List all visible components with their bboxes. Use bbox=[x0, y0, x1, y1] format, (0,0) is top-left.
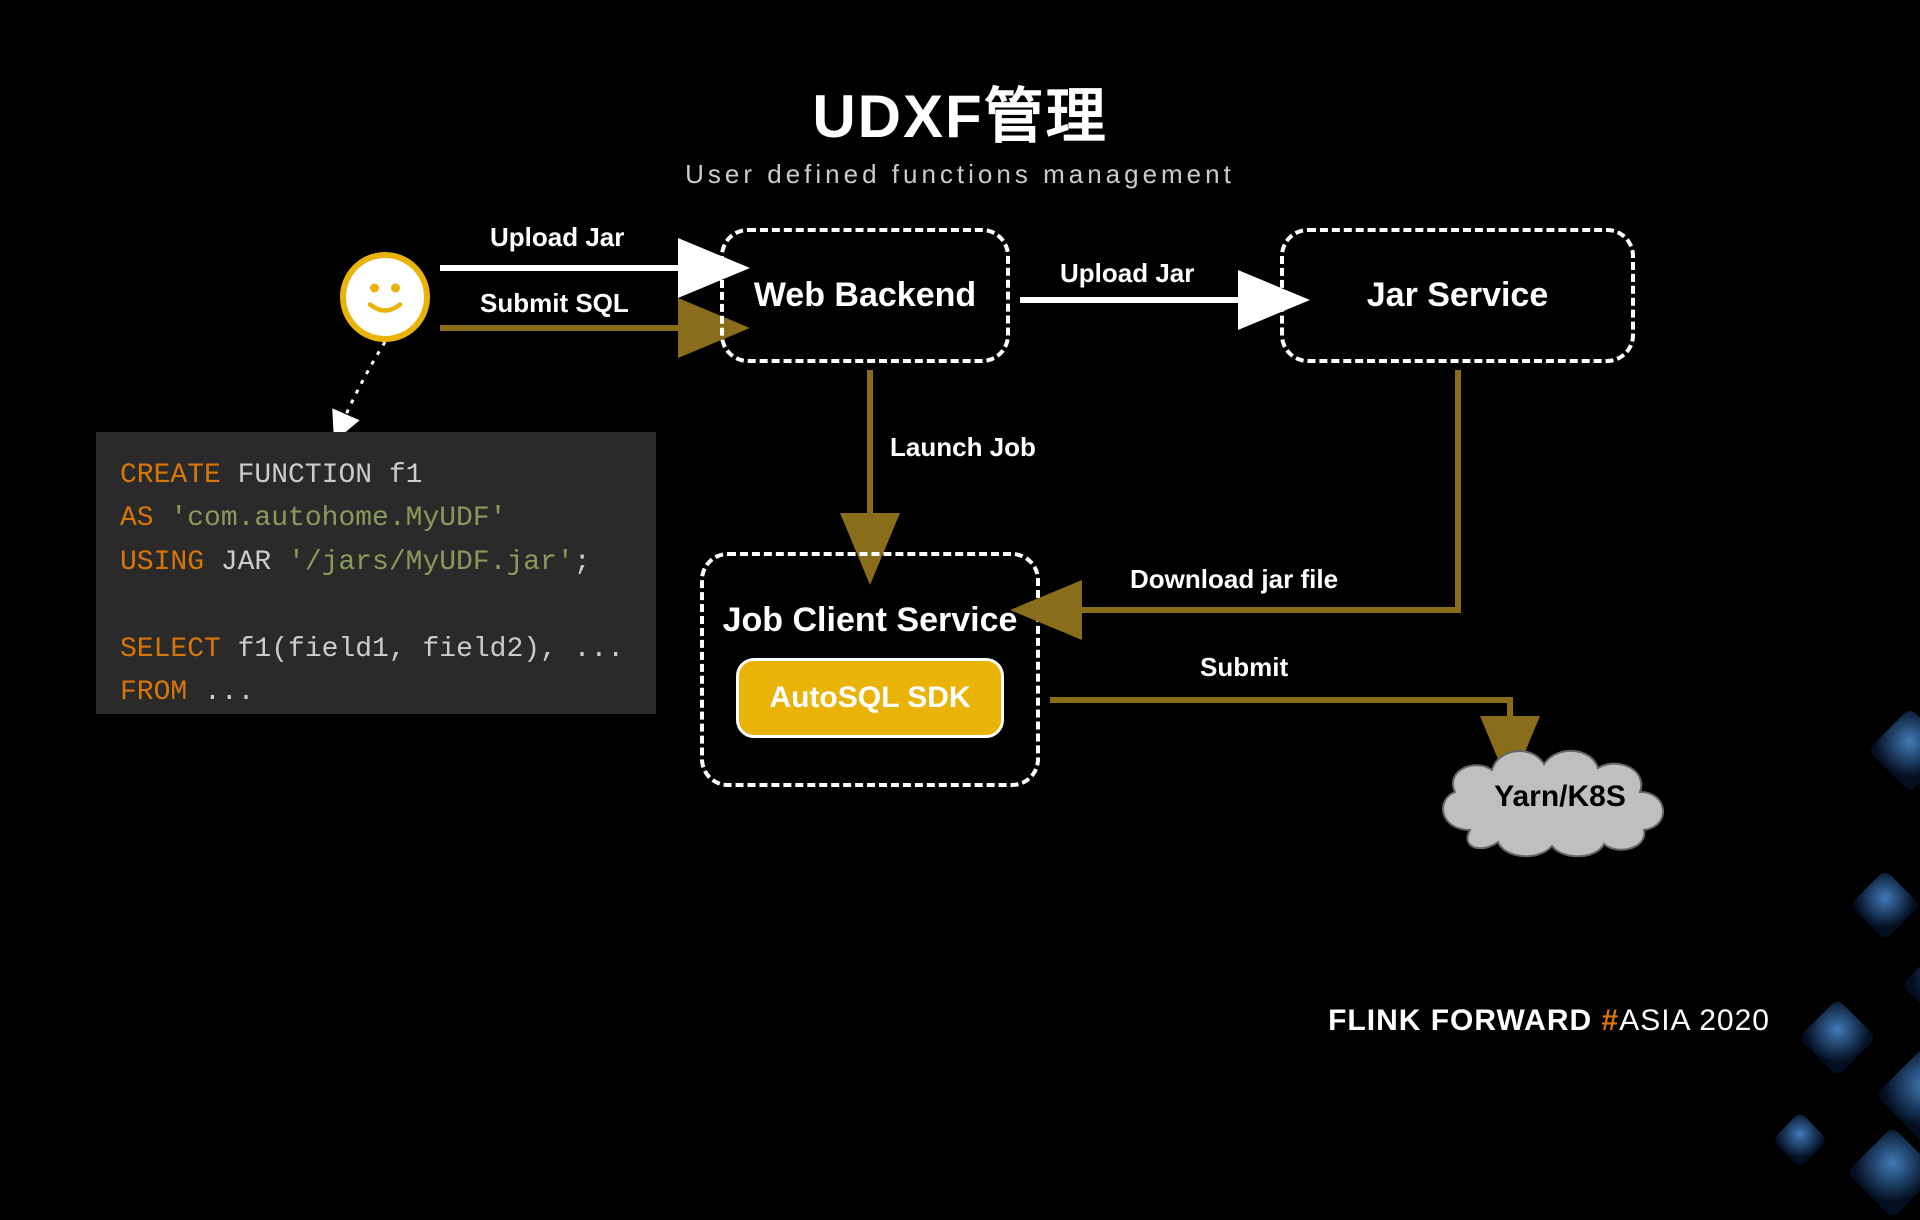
footer-hash: # bbox=[1602, 1004, 1620, 1037]
code-token: 'com.autohome.MyUDF' bbox=[154, 503, 507, 534]
arrow-upload-jar-2 bbox=[1020, 290, 1270, 310]
code-token: FUNCTION f1 bbox=[221, 460, 423, 491]
autosql-sdk-box: AutoSQL SDK bbox=[736, 658, 1004, 738]
dotted-connector bbox=[330, 342, 430, 442]
sql-code-box: CREATE FUNCTION f1 AS 'com.autohome.MyUD… bbox=[96, 432, 656, 714]
web-backend-label: Web Backend bbox=[754, 276, 976, 315]
label-download-jar: Download jar file bbox=[1130, 564, 1338, 595]
code-token: USING bbox=[120, 547, 204, 578]
footer-forward: FORWARD bbox=[1431, 1004, 1602, 1037]
code-token: ... bbox=[187, 677, 254, 708]
code-token: '/jars/MyUDF.jar' bbox=[288, 547, 574, 578]
code-token: f1(field1, field2), ... bbox=[221, 634, 624, 665]
web-backend-box: Web Backend bbox=[720, 228, 1010, 363]
user-smiley-icon bbox=[340, 252, 430, 342]
jar-service-box: Jar Service bbox=[1280, 228, 1635, 363]
job-client-label: Job Client Service bbox=[723, 601, 1018, 640]
cloud-box: Yarn/K8S bbox=[1420, 730, 1700, 860]
arrow-submit-sql bbox=[440, 318, 710, 338]
code-token: CREATE bbox=[120, 460, 221, 491]
label-submit-sql: Submit SQL bbox=[480, 288, 629, 319]
code-token: ; bbox=[574, 547, 591, 578]
footer-asia: ASIA 2020 bbox=[1619, 1004, 1770, 1037]
jar-service-label: Jar Service bbox=[1367, 276, 1549, 315]
cloud-label: Yarn/K8S bbox=[1494, 780, 1626, 814]
footer-flink: FLINK bbox=[1328, 1004, 1431, 1037]
label-submit: Submit bbox=[1200, 652, 1288, 683]
code-token: AS bbox=[120, 503, 154, 534]
code-token: FROM bbox=[120, 677, 187, 708]
label-upload-jar-2: Upload Jar bbox=[1060, 258, 1194, 289]
slide-title: UDXF管理 bbox=[0, 68, 1920, 155]
code-token: SELECT bbox=[120, 634, 221, 665]
slide-subtitle: User defined functions management bbox=[0, 159, 1920, 190]
footer-brand: FLINK FORWARD #ASIA 2020 bbox=[1328, 1004, 1770, 1038]
job-client-box: Job Client Service AutoSQL SDK bbox=[700, 552, 1040, 787]
code-token: JAR bbox=[204, 547, 288, 578]
label-upload-jar-1: Upload Jar bbox=[490, 222, 624, 253]
title-block: UDXF管理 User defined functions management bbox=[0, 68, 1920, 190]
label-launch-job: Launch Job bbox=[890, 432, 1036, 463]
arrow-upload-jar-1 bbox=[440, 258, 710, 278]
arrow-launch-job bbox=[860, 370, 880, 545]
autosql-sdk-label: AutoSQL SDK bbox=[769, 681, 970, 715]
